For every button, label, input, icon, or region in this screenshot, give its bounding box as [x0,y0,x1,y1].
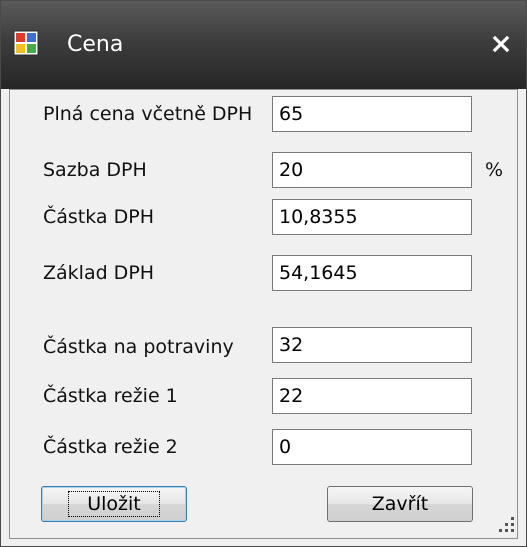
close-window-button[interactable] [483,27,519,61]
label-food-amount: Částka na potraviny [43,336,234,358]
dialog-window: Cena Plná cena včetně DPH Sazba DPH % Čá… [0,0,527,547]
save-button-label: Uložit [68,491,160,517]
full-price-input[interactable] [272,96,472,132]
form-window-icon [13,30,39,56]
label-overhead-2: Částka režie 2 [43,436,178,458]
label-vat-rate: Sazba DPH [43,159,147,181]
vat-amount-input[interactable] [272,199,472,235]
save-button[interactable]: Uložit [41,486,187,522]
vat-rate-input[interactable] [272,152,472,188]
close-button[interactable]: Zavřít [327,486,473,522]
label-vat-base: Základ DPH [43,262,155,284]
resize-grip[interactable] [499,517,515,533]
window-title: Cena [67,32,124,57]
vat-base-input[interactable] [272,255,472,291]
close-icon [492,35,510,53]
overhead-2-input[interactable] [272,429,472,465]
label-overhead-1: Částka režie 1 [43,385,178,407]
title-bar[interactable]: Cena [1,1,526,89]
label-vat-amount: Částka DPH [43,206,154,228]
overhead-1-input[interactable] [272,378,472,414]
percent-unit: % [485,159,504,181]
label-full-price: Plná cena včetně DPH [43,103,253,125]
food-amount-input[interactable] [272,327,472,363]
